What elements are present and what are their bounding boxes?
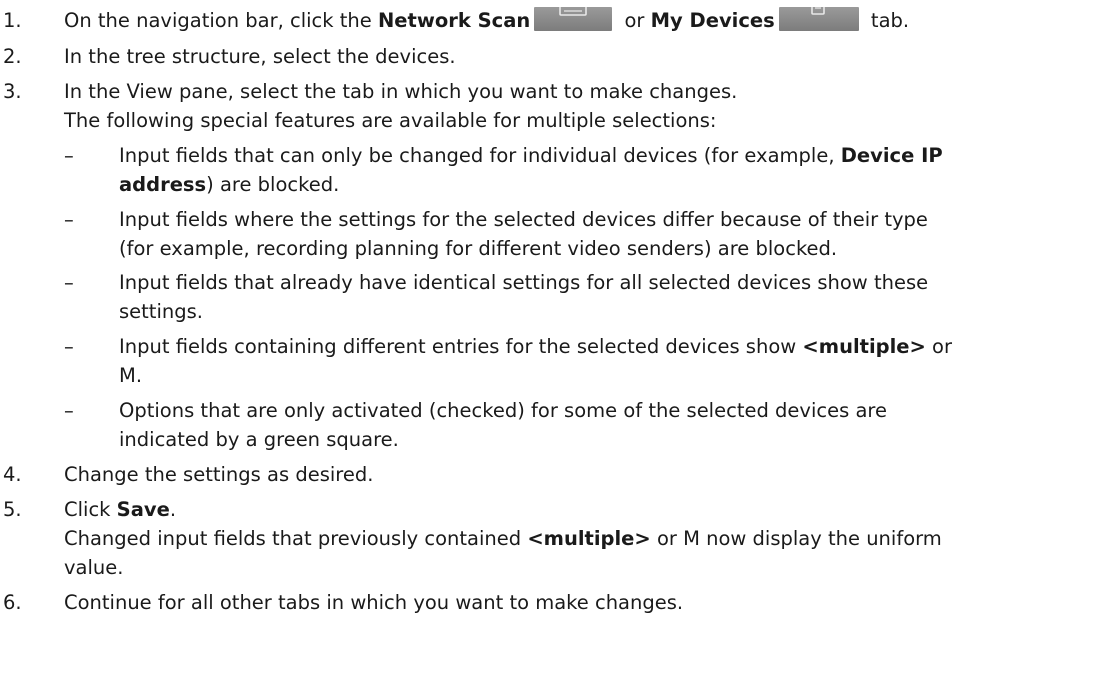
bullet-text: Input fields that already have identical…	[119, 271, 929, 294]
step-number: 5.	[3, 498, 22, 521]
network-scan-icon	[534, 7, 613, 31]
bullet-text: Options that are only activated (checked…	[119, 399, 887, 422]
bullet-text: address) are blocked.	[119, 173, 340, 196]
step-text: In the tree structure, select the device…	[64, 45, 456, 68]
bullet-dash: –	[64, 271, 74, 294]
step-number: 3.	[3, 80, 22, 103]
network-scan-label: Network Scan	[377, 9, 531, 32]
step-text: On the navigation bar, click the Network…	[64, 6, 909, 36]
bullet-text: M.	[119, 364, 143, 387]
step-text: Changed input fields that previously con…	[64, 527, 942, 550]
bullet-text: Input fields containing different entrie…	[119, 335, 952, 358]
bullet-text: Input fields where the settings for the …	[119, 208, 928, 231]
step-text: Change the settings as desired.	[64, 463, 374, 486]
bullet-dash: –	[64, 208, 74, 231]
bullet-dash: –	[64, 335, 74, 358]
bullet-text: indicated by a green square.	[119, 428, 399, 451]
step-text: In the View pane, select the tab in whic…	[64, 80, 738, 103]
step-text: Click Save.	[64, 498, 177, 521]
step-number: 4.	[3, 463, 22, 486]
my-devices-label: My Devices	[650, 9, 775, 32]
save-label: Save	[116, 498, 170, 521]
step-text: Continue for all other tabs in which you…	[64, 591, 684, 614]
step-number: 1.	[3, 9, 22, 32]
bullet-text: settings.	[119, 300, 203, 323]
bullet-text: Input fields that can only be changed fo…	[119, 144, 943, 167]
bullet-text: (for example, recording planning for dif…	[119, 237, 838, 260]
step-text: The following special features are avail…	[64, 109, 717, 132]
step-number: 2.	[3, 45, 22, 68]
step-number: 6.	[3, 591, 22, 614]
bullet-dash: –	[64, 144, 74, 167]
my-devices-icon	[778, 7, 859, 31]
bullet-dash: –	[64, 399, 74, 422]
step-text: value.	[64, 556, 124, 579]
